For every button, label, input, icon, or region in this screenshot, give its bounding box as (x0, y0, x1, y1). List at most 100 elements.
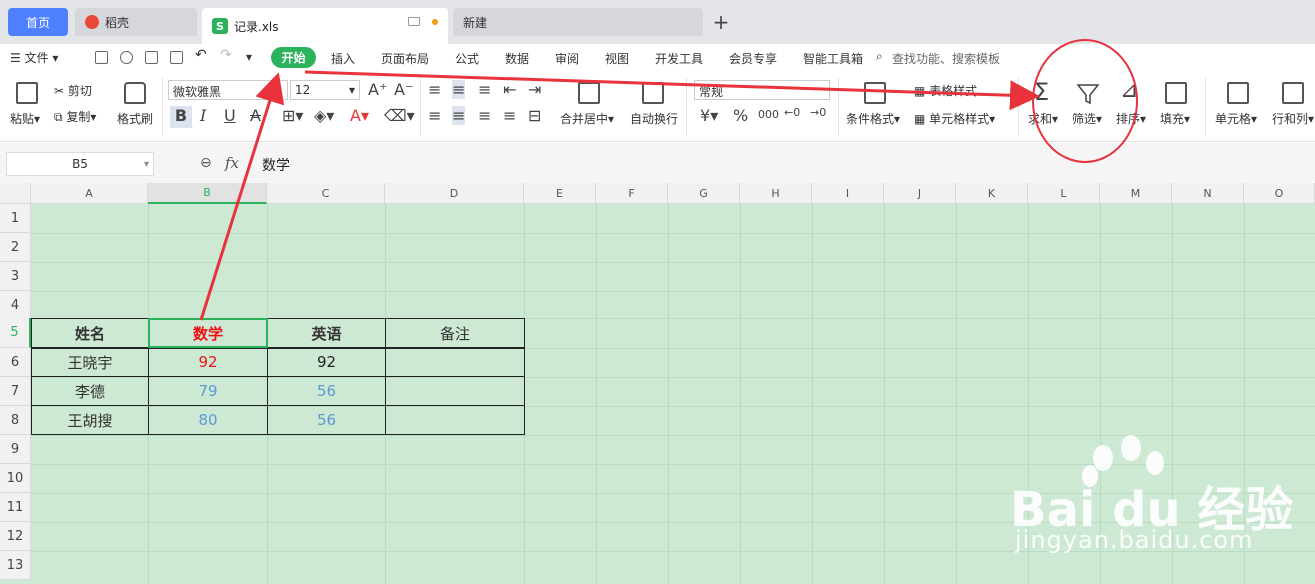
column-header[interactable]: E (524, 183, 596, 204)
table-header-cell[interactable]: 姓名 (31, 318, 149, 349)
conditional-format-button[interactable]: 条件格式▾ (846, 110, 900, 127)
redo-icon[interactable]: ↷ (220, 47, 232, 63)
row-header[interactable]: 11 (0, 493, 31, 522)
fx-icon[interactable]: fx (225, 154, 239, 172)
column-header[interactable]: I (812, 183, 884, 204)
menu-smart-toolbox[interactable]: 智能工具箱 (803, 50, 863, 67)
table-cell[interactable]: 92 (267, 347, 386, 377)
align-left-icon[interactable]: ≡ (428, 106, 441, 125)
align-center-icon[interactable]: ≡ (452, 106, 466, 125)
menu-review[interactable]: 审阅 (555, 50, 579, 67)
filter-icon[interactable] (1076, 82, 1100, 106)
column-header[interactable]: N (1172, 183, 1244, 204)
paste-button[interactable]: 粘贴▾ (10, 110, 40, 127)
format-painter-button[interactable]: 格式刷 (117, 110, 153, 127)
column-header[interactable]: A (31, 183, 148, 204)
menu-start[interactable]: 开始 (271, 47, 316, 68)
export-icon[interactable] (120, 51, 133, 64)
merge-center-button[interactable]: 合并居中▾ (560, 110, 614, 127)
column-header[interactable]: C (267, 183, 385, 204)
italic-icon[interactable]: I (200, 106, 206, 125)
row-header[interactable]: 4 (0, 291, 31, 320)
wrap-text-button[interactable]: 自动换行 (630, 110, 678, 127)
border-icon[interactable]: ⊞▾ (282, 106, 303, 125)
column-header[interactable]: F (596, 183, 668, 204)
paste-icon[interactable] (16, 82, 38, 104)
align-middle-icon[interactable]: ≡ (452, 80, 466, 99)
justify-icon[interactable]: ≡ (503, 106, 516, 125)
table-cell[interactable]: 王晓宇 (31, 347, 149, 377)
cut-button[interactable]: ✂ 剪切 (54, 82, 92, 99)
font-size-select[interactable]: 12 ▾ (290, 80, 360, 100)
row-col-button[interactable]: 行和列▾ (1272, 110, 1314, 127)
table-cell[interactable]: 56 (267, 405, 386, 435)
align-bottom-icon[interactable]: ≡ (478, 80, 491, 99)
column-header[interactable]: G (668, 183, 740, 204)
menu-insert[interactable]: 插入 (331, 50, 355, 67)
row-header[interactable]: 1 (0, 204, 31, 233)
currency-button[interactable]: ¥▾ (700, 106, 718, 125)
fill-icon[interactable] (1165, 82, 1187, 104)
sort-icon[interactable]: ⊿ (1120, 78, 1138, 103)
name-box[interactable]: B5 ▾ (6, 152, 154, 176)
row-header[interactable]: 9 (0, 435, 31, 464)
table-header-cell[interactable]: 英语 (267, 318, 386, 349)
menu-member[interactable]: 会员专享 (729, 50, 777, 67)
save-icon[interactable] (95, 51, 108, 64)
column-header[interactable]: O (1244, 183, 1315, 204)
print-icon[interactable] (145, 51, 158, 64)
decrease-font-icon[interactable]: A⁻ (394, 80, 413, 99)
table-cell[interactable] (385, 405, 525, 435)
row-header[interactable]: 6 (0, 348, 31, 377)
merge-center-icon[interactable] (578, 82, 600, 104)
tab-daoke[interactable]: 稻壳 (75, 8, 197, 36)
percent-button[interactable]: % (733, 106, 748, 125)
wrap-text-icon[interactable] (642, 82, 664, 104)
menu-view[interactable]: 视图 (605, 50, 629, 67)
table-cell[interactable] (385, 347, 525, 377)
tab-new[interactable]: 新建 (453, 8, 703, 36)
format-painter-icon[interactable] (124, 82, 146, 104)
align-right-icon[interactable]: ≡ (478, 106, 491, 125)
row-header[interactable]: 7 (0, 377, 31, 406)
menu-file[interactable]: ☰ 文件 ▾ (10, 49, 58, 66)
row-header[interactable]: 10 (0, 464, 31, 493)
column-header[interactable]: L (1028, 183, 1100, 204)
column-header[interactable]: M (1100, 183, 1172, 204)
column-header[interactable]: D (385, 183, 524, 204)
table-cell[interactable]: 80 (148, 405, 268, 435)
number-format-select[interactable]: 常规 (694, 80, 830, 100)
row-col-icon[interactable] (1282, 82, 1304, 104)
filter-button[interactable]: 筛选▾ (1072, 110, 1102, 127)
preview-icon[interactable] (170, 51, 183, 64)
strikethrough-icon[interactable]: A (250, 106, 261, 125)
cell-style-button[interactable]: ▦ 单元格样式▾ (914, 110, 995, 127)
table-cell[interactable]: 王胡搜 (31, 405, 149, 435)
row-header[interactable]: 8 (0, 406, 31, 435)
column-header[interactable]: J (884, 183, 956, 204)
row-header[interactable]: 13 (0, 551, 31, 580)
menu-page-layout[interactable]: 页面布局 (381, 50, 429, 67)
cell-button[interactable]: 单元格▾ (1215, 110, 1257, 127)
row-header[interactable]: 3 (0, 262, 31, 291)
table-cell[interactable]: 56 (267, 376, 386, 406)
undo-icon[interactable]: ↶ (195, 47, 207, 63)
decrease-decimal-icon[interactable]: →0 (810, 106, 826, 119)
font-color-icon[interactable]: A▾ (350, 106, 369, 125)
row-header[interactable]: 2 (0, 233, 31, 262)
indent-decrease-icon[interactable]: ⇤ (503, 80, 516, 99)
column-header[interactable]: K (956, 183, 1028, 204)
copy-button[interactable]: ⧉ 复制▾ (54, 108, 96, 125)
search-input[interactable]: 查找功能、搜索模板 (892, 50, 1000, 67)
menu-developer[interactable]: 开发工具 (655, 50, 703, 67)
fill-button[interactable]: 填充▾ (1160, 110, 1190, 127)
select-all-corner[interactable] (0, 183, 31, 204)
monitor-icon[interactable] (408, 17, 420, 26)
table-header-cell[interactable]: 备注 (385, 318, 525, 349)
table-cell[interactable]: 79 (148, 376, 268, 406)
font-select[interactable]: 微软雅黑 (168, 80, 288, 100)
align-top-icon[interactable]: ≡ (428, 80, 441, 99)
fill-color-icon[interactable]: ◈▾ (314, 106, 334, 125)
menu-formula[interactable]: 公式 (455, 50, 479, 67)
table-cell[interactable] (385, 376, 525, 406)
